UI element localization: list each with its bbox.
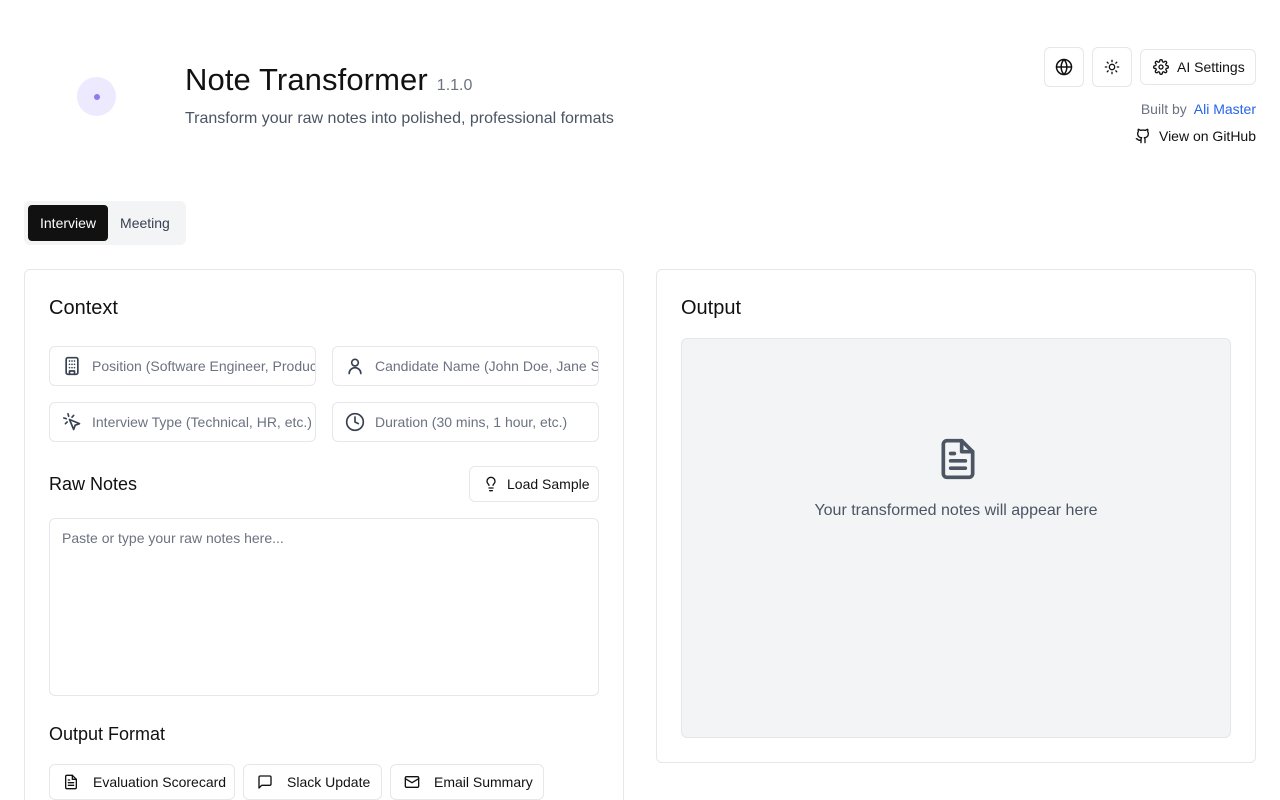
evaluation-scorecard-button[interactable]: Evaluation Scorecard xyxy=(49,764,235,800)
building-icon xyxy=(62,356,82,376)
app-logo xyxy=(77,77,116,116)
ai-settings-button[interactable]: AI Settings xyxy=(1140,49,1256,85)
user-icon xyxy=(345,356,365,376)
duration-placeholder: Duration (30 mins, 1 hour, etc.) xyxy=(375,414,568,430)
message-icon xyxy=(258,775,272,789)
language-button[interactable] xyxy=(1044,47,1084,87)
raw-notes-label: Raw Notes xyxy=(49,474,138,494)
email-summary-button[interactable]: Email Summary xyxy=(390,764,544,800)
raw-notes-textarea[interactable]: Paste or type your raw notes here... xyxy=(49,518,599,696)
candidate-name-placeholder: Candidate Name (John Doe, Jane Smith, et… xyxy=(375,358,598,374)
theme-toggle-button[interactable] xyxy=(1092,47,1132,87)
github-label: View on GitHub xyxy=(1158,128,1256,144)
file-text-icon xyxy=(941,438,975,480)
output-title: Output xyxy=(681,297,742,319)
output-format-label: Output Format xyxy=(49,724,166,744)
email-summary-label: Email Summary xyxy=(434,774,533,790)
gear-icon xyxy=(1153,59,1169,75)
evaluation-scorecard-label: Evaluation Scorecard xyxy=(93,774,227,790)
clock-icon xyxy=(345,412,365,432)
load-sample-button[interactable]: Load Sample xyxy=(469,466,599,502)
title-block: Note Transformer 1.1.0 xyxy=(185,62,472,98)
app-subtitle: Transform your raw notes into polished, … xyxy=(185,110,614,127)
sun-icon xyxy=(1104,59,1120,75)
built-by: Built by Ali Master xyxy=(1141,101,1256,117)
position-placeholder: Position (Software Engineer, Product Man… xyxy=(92,358,315,374)
context-card: Context Position (Software Engineer, Pro… xyxy=(24,269,624,800)
built-by-label: Built by xyxy=(1140,101,1187,117)
ai-settings-label: AI Settings xyxy=(1177,59,1245,75)
slack-update-button[interactable]: Slack Update xyxy=(243,764,382,800)
app-title: Note Transformer xyxy=(185,62,428,97)
interview-type-placeholder: Interview Type (Technical, HR, etc.) xyxy=(92,414,312,430)
author-link[interactable]: Ali Master xyxy=(1194,101,1256,117)
output-area: Your transformed notes will appear here xyxy=(681,338,1231,738)
slack-update-label: Slack Update xyxy=(287,774,371,790)
mode-tabs: Interview Meeting xyxy=(24,201,186,245)
duration-input[interactable]: Duration (30 mins, 1 hour, etc.) xyxy=(332,402,599,442)
lightbulb-icon xyxy=(486,476,496,492)
load-sample-label: Load Sample xyxy=(507,476,590,492)
output-card: Output Your transformed notes will appea… xyxy=(656,269,1256,763)
position-input[interactable]: Position (Software Engineer, Product Man… xyxy=(49,346,316,386)
candidate-name-input[interactable]: Candidate Name (John Doe, Jane Smith, et… xyxy=(332,346,599,386)
document-icon xyxy=(65,774,77,790)
output-empty-text: Your transformed notes will appear here xyxy=(814,502,1098,519)
tab-meeting[interactable]: Meeting xyxy=(108,205,182,241)
context-title: Context xyxy=(49,297,118,319)
tab-interview[interactable]: Interview xyxy=(28,205,109,241)
pointer-click-icon xyxy=(62,412,82,432)
mail-icon xyxy=(404,776,420,788)
github-icon xyxy=(1135,128,1149,144)
globe-icon xyxy=(1055,58,1073,76)
github-link[interactable]: View on GitHub xyxy=(1135,128,1256,144)
logo-dot xyxy=(93,93,100,100)
interview-type-input[interactable]: Interview Type (Technical, HR, etc.) xyxy=(49,402,316,442)
app-version: 1.1.0 xyxy=(436,77,473,94)
